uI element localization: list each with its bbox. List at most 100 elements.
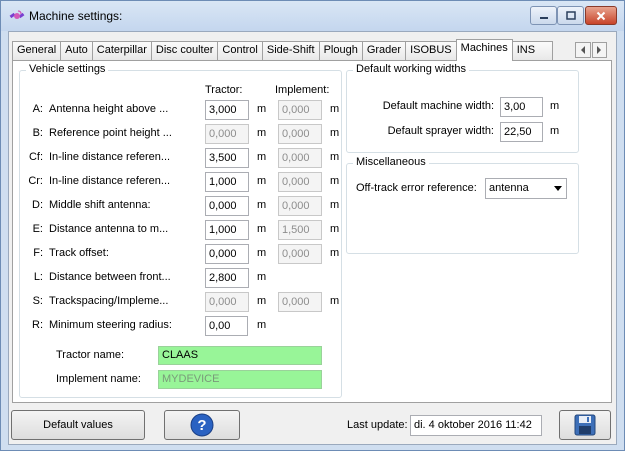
tractor-value-input[interactable]: 0,000 (205, 124, 249, 144)
implement-value-input[interactable]: 1,500 (278, 220, 322, 240)
vehicle-settings-group: Vehicle settings Tractor: Implement: A: A… (19, 63, 342, 398)
implement-name-field[interactable]: MYDEVICE (158, 370, 322, 389)
implement-value-input[interactable]: 0,000 (278, 292, 322, 312)
implement-unit: m (330, 127, 340, 139)
row-label: Reference point height ... (49, 127, 172, 139)
tractor-value-input[interactable]: 0,000 (205, 244, 249, 264)
maximize-icon (565, 10, 576, 20)
tractor-value-input[interactable]: 3,000 (205, 100, 249, 120)
tractor-value-input[interactable]: 0,00 (205, 316, 248, 336)
vehicle-settings-title: Vehicle settings (26, 63, 109, 75)
chevron-right-icon (597, 46, 602, 54)
tractor-value-input[interactable]: 0,000 (205, 292, 249, 312)
implement-unit: m (330, 199, 340, 211)
satellite-icon (9, 10, 25, 19)
implement-name-label: Implement name: (56, 373, 141, 385)
implement-value-input[interactable]: 0,000 (278, 100, 322, 120)
row-label: Middle shift antenna: (49, 199, 151, 211)
tractor-value-input[interactable]: 1,000 (205, 220, 249, 240)
tractor-column-header: Tractor: (205, 84, 243, 96)
miscellaneous-group: Miscellaneous Off-track error reference:… (346, 156, 579, 254)
default-values-label: Default values (43, 419, 113, 431)
row-letter: F: (33, 247, 43, 259)
tractor-value-input[interactable]: 2,800 (205, 268, 249, 288)
tab-grader[interactable]: Grader (361, 41, 407, 60)
floppy-disk-icon (574, 414, 596, 436)
tab-plough[interactable]: Plough (318, 41, 363, 60)
row-label: Distance between front... (49, 271, 171, 283)
tractor-unit: m (257, 271, 267, 283)
tab-scroll-buttons (575, 42, 608, 58)
machines-tab-panel: Vehicle settings Tractor: Implement: A: A… (12, 60, 612, 403)
tab-strip: General Auto Caterpillar Disc coulter Co… (12, 39, 553, 61)
implement-value-input[interactable]: 0,000 (278, 172, 322, 192)
window-title: Machine settings: (29, 9, 123, 23)
tab-scroll-left-button[interactable] (575, 42, 591, 58)
default-values-button[interactable]: Default values (11, 410, 145, 440)
title-bar: Machine settings: (1, 1, 624, 31)
tab-general[interactable]: General (12, 41, 62, 60)
machine-settings-window: Machine settings: General Auto Caterpill… (0, 0, 625, 451)
tractor-unit: m (257, 199, 267, 211)
implement-value-input[interactable]: 0,000 (278, 148, 322, 168)
row-letter: A: (32, 103, 43, 115)
row-label: Trackspacing/Impleme... (49, 295, 169, 307)
tractor-name-field[interactable]: CLAAS (158, 346, 322, 365)
tab-auto[interactable]: Auto (60, 41, 93, 60)
row-letter: R: (32, 319, 43, 331)
tractor-unit: m (257, 127, 267, 139)
row-label: Antenna height above ... (49, 103, 169, 115)
tractor-unit: m (257, 103, 267, 115)
row-letter: B: (32, 127, 43, 139)
tab-control[interactable]: Control (217, 41, 263, 60)
row-label: Track offset: (49, 247, 109, 259)
tractor-value-input[interactable]: 1,000 (205, 172, 249, 192)
tab-scroll-right-button[interactable] (591, 42, 607, 58)
maximize-button[interactable] (557, 6, 584, 25)
close-button[interactable] (585, 6, 617, 25)
working-widths-group: Default working widths Default machine w… (346, 63, 579, 153)
help-button[interactable]: ? (164, 410, 240, 440)
window-client-area: General Auto Caterpillar Disc coulter Co… (8, 31, 617, 445)
row-label: Minimum steering radius: (49, 319, 172, 331)
row-letter: E: (32, 223, 43, 235)
last-update-value: di. 4 oktober 2016 11:42 (410, 415, 542, 436)
working-widths-title: Default working widths (353, 63, 470, 75)
machine-width-unit: m (550, 100, 560, 112)
miscellaneous-title: Miscellaneous (353, 156, 429, 168)
tractor-unit: m (257, 151, 267, 163)
implement-value-input[interactable]: 0,000 (278, 244, 322, 264)
offtrack-reference-select[interactable]: antenna (485, 178, 567, 199)
help-icon: ? (190, 413, 214, 437)
row-letter: D: (32, 199, 43, 211)
tractor-unit: m (257, 247, 267, 259)
row-label: In-line distance referen... (49, 151, 171, 163)
tractor-unit: m (257, 223, 267, 235)
sprayer-width-input[interactable]: 22,50 (500, 122, 543, 142)
tab-disc-coulter[interactable]: Disc coulter (150, 41, 219, 60)
row-label: In-line distance referen... (49, 175, 171, 187)
tab-caterpillar[interactable]: Caterpillar (91, 41, 152, 60)
tab-machines[interactable]: Machines (455, 39, 513, 61)
save-button[interactable] (559, 410, 611, 440)
implement-value-input[interactable]: 0,000 (278, 196, 322, 216)
help-icon-glyph: ? (197, 417, 206, 434)
row-letter: Cf: (28, 151, 43, 163)
implement-value-input[interactable]: 0,000 (278, 124, 322, 144)
sprayer-width-unit: m (550, 125, 560, 137)
tab-isobus[interactable]: ISOBUS (405, 41, 457, 60)
implement-unit: m (330, 223, 340, 235)
row-letter: L: (33, 271, 43, 283)
chevron-down-icon (554, 186, 562, 191)
last-update-label: Last update: (347, 419, 408, 431)
tractor-value-input[interactable]: 0,000 (205, 196, 249, 216)
minimize-button[interactable] (530, 6, 557, 25)
tab-ins[interactable]: INS (511, 41, 553, 60)
tractor-name-label: Tractor name: (56, 349, 125, 361)
minimize-icon (539, 16, 548, 19)
offtrack-reference-label: Off-track error reference: (356, 182, 477, 194)
tab-side-shift[interactable]: Side-Shift (261, 41, 320, 60)
tractor-value-input[interactable]: 3,500 (205, 148, 249, 168)
machine-width-input[interactable]: 3,00 (500, 97, 543, 117)
sprayer-width-label: Default sprayer width: (387, 125, 494, 137)
